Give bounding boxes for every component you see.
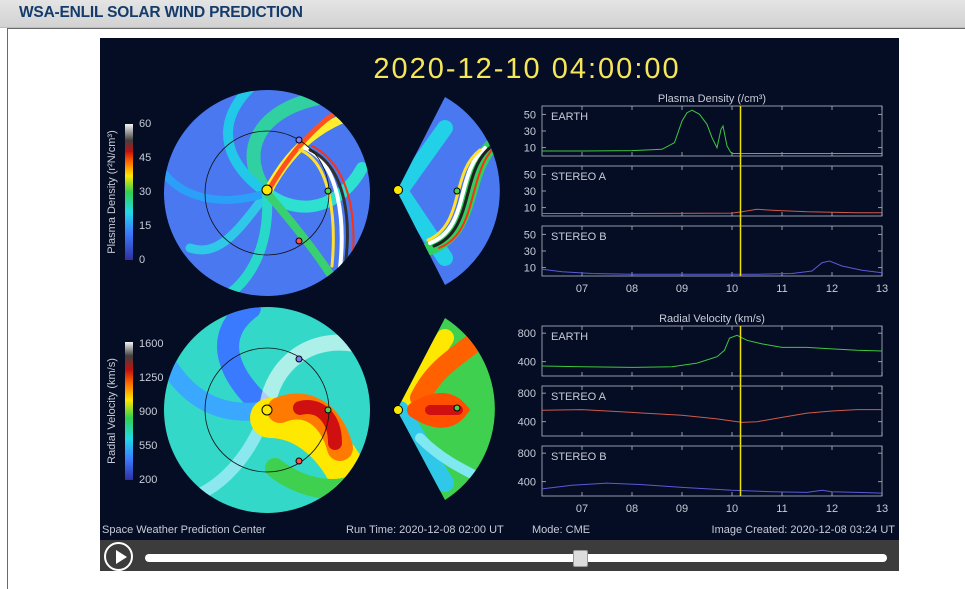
- chart-x-tick-label: 08: [626, 503, 638, 515]
- timeline-slider[interactable]: [145, 554, 887, 562]
- density-colorbar: Plasma Density (r²N/cm³) 60 45 30 15 0: [106, 118, 151, 266]
- chart-x-tick-label: 09: [676, 503, 688, 515]
- chart-x-tick-label: 09: [676, 283, 688, 295]
- time-series-charts: 50 30 10 EARTH 50 30 10 STEREO A 50 30 10 STEREO B 0…: [518, 105, 888, 515]
- density-tick-label: 15: [139, 220, 151, 232]
- chart-x-tick-label: 10: [726, 283, 738, 295]
- velocity-tick-label: 550: [139, 440, 157, 452]
- chart-series-label: STEREO A: [551, 391, 607, 403]
- chart-x-tick-label: 12: [826, 503, 838, 515]
- chart-panel-frame: [541, 105, 883, 157]
- footer-mode: Mode: CME: [532, 524, 590, 536]
- density-tick-label: 45: [139, 152, 151, 164]
- chart-x-tick-label: 07: [576, 503, 588, 515]
- chart-x-tick-label: 08: [626, 283, 638, 295]
- velocity-colorbar-label: Radial Velocity (km/s): [106, 358, 118, 464]
- animation-image: 2020-12-10 04:00:00 Plasma Density (r²N/…: [102, 53, 896, 536]
- velocity-colorbar: Radial Velocity (km/s) 1600 1250 900 550…: [106, 338, 163, 486]
- play-button[interactable]: [104, 542, 133, 571]
- chart-panel-frame: [541, 325, 883, 377]
- play-icon: [116, 550, 127, 564]
- density-tick-label: 0: [139, 254, 145, 266]
- chart-series-line: [541, 482, 883, 494]
- chart-series-label: STEREO A: [551, 171, 607, 183]
- chart-x-tick-label: 11: [776, 503, 787, 515]
- footer-run-time: Run Time: 2020-12-08 02:00 UT: [346, 524, 504, 536]
- chart-y-tick-label: 30: [524, 246, 536, 258]
- page-title: WSA-ENLIL SOLAR WIND PREDICTION: [19, 4, 303, 21]
- chart-x-tick-label: 07: [576, 283, 588, 295]
- chart-x-tick-label: 11: [776, 283, 787, 295]
- velocity-ecliptic-map: [164, 307, 370, 513]
- timestamp-label: 2020-12-10 04:00:00: [373, 53, 680, 85]
- chart-series-label: STEREO B: [551, 231, 607, 243]
- chart-x-tick-label: 13: [876, 503, 888, 515]
- title-bar: WSA-ENLIL SOLAR WIND PREDICTION: [0, 0, 965, 28]
- chart-y-tick-label: 50: [524, 169, 536, 181]
- chart-y-tick-label: 30: [524, 186, 536, 198]
- chart-series-line: [541, 409, 882, 423]
- footer-center: Space Weather Prediction Center: [102, 524, 266, 536]
- chart-series-line: [541, 260, 883, 275]
- chart-series-label: STEREO B: [551, 451, 607, 463]
- density-meridional-map: [393, 97, 500, 285]
- animation-frame: 2020-12-10 04:00:00 Plasma Density (r²N/…: [100, 38, 899, 540]
- density-chart-title: Plasma Density (/cm³): [658, 93, 766, 105]
- density-colorbar-label: Plasma Density (r²N/cm³): [106, 130, 118, 253]
- chart-x-tick-label: 12: [826, 283, 838, 295]
- velocity-tick-label: 200: [139, 474, 157, 486]
- density-ecliptic-map: [164, 90, 370, 296]
- chart-y-tick-label: 800: [518, 448, 536, 460]
- footer-image-created: Image Created: 2020-12-08 03:24 UT: [712, 524, 896, 536]
- velocity-tick-label: 1250: [139, 372, 163, 384]
- chart-series-line: [542, 208, 882, 214]
- velocity-meridional-map: [393, 318, 495, 500]
- chart-y-tick-label: 10: [524, 143, 536, 155]
- chart-y-tick-label: 30: [524, 126, 536, 138]
- velocity-tick-label: 900: [139, 406, 157, 418]
- density-tick-label: 60: [139, 118, 151, 130]
- chart-y-tick-label: 400: [518, 357, 536, 369]
- chart-series-line: [541, 334, 883, 368]
- chart-y-tick-label: 400: [518, 477, 536, 489]
- chart-y-tick-label: 50: [524, 109, 536, 121]
- chart-y-tick-label: 800: [518, 328, 536, 340]
- player-controls: [100, 540, 899, 571]
- chart-series-label: EARTH: [551, 111, 588, 123]
- chart-y-tick-label: 10: [524, 203, 536, 215]
- velocity-tick-label: 1600: [139, 338, 163, 350]
- chart-x-tick-label: 10: [726, 503, 738, 515]
- timeline-slider-handle[interactable]: [573, 550, 588, 567]
- chart-y-tick-label: 400: [518, 417, 536, 429]
- velocity-chart-title: Radial Velocity (km/s): [659, 313, 765, 325]
- chart-series-label: EARTH: [551, 331, 588, 343]
- chart-series-line: [542, 109, 882, 154]
- velocity-colorbar-bar: [125, 342, 133, 480]
- density-colorbar-bar: [125, 124, 133, 260]
- density-tick-label: 30: [139, 186, 151, 198]
- chart-y-tick-label: 50: [524, 229, 536, 241]
- chart-x-tick-label: 13: [876, 283, 888, 295]
- chart-y-tick-label: 800: [518, 388, 536, 400]
- chart-y-tick-label: 10: [524, 263, 536, 275]
